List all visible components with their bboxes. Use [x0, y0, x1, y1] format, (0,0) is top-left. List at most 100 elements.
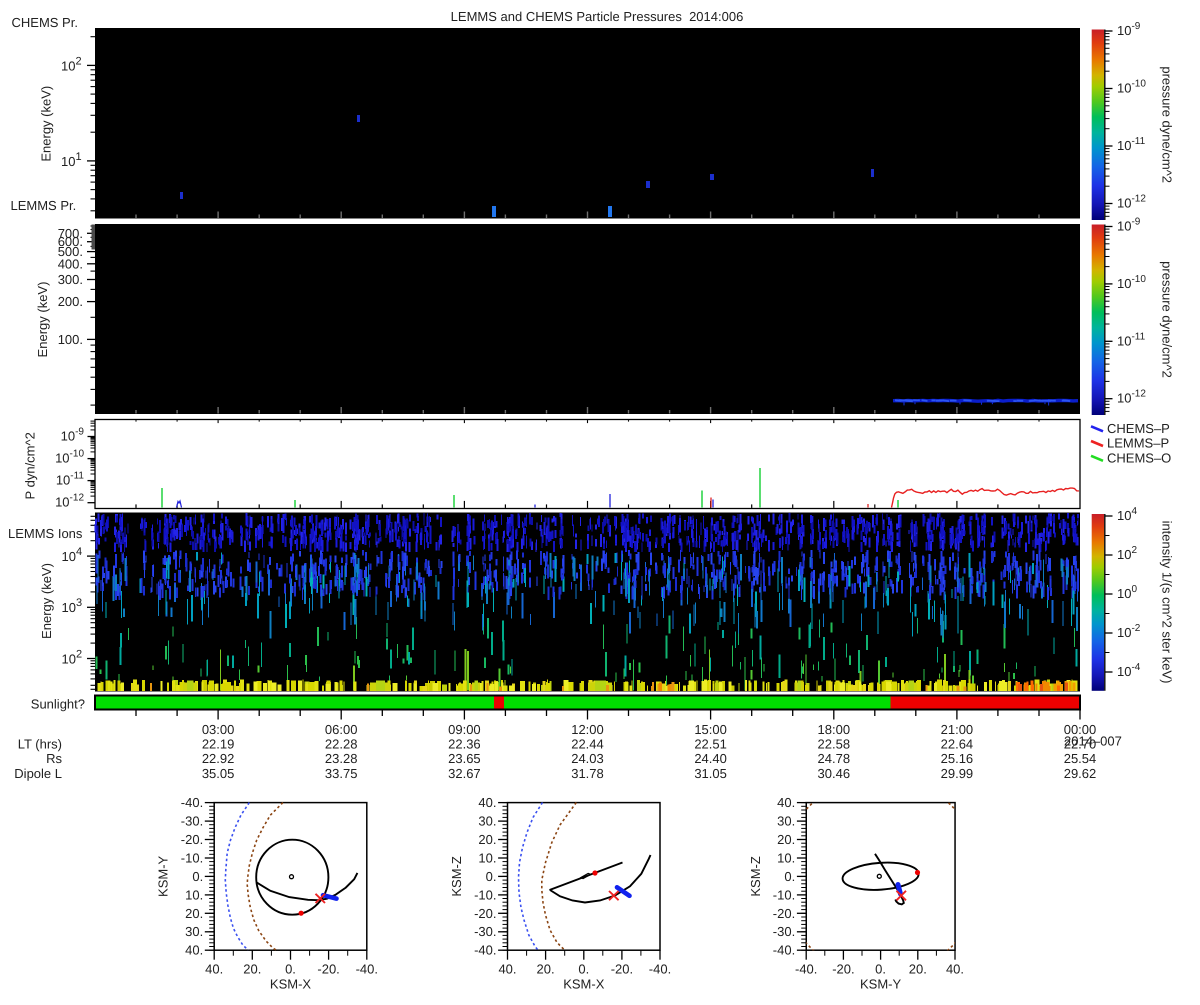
svg-text:-40.: -40. [773, 943, 795, 958]
svg-text:-40.: -40. [649, 962, 671, 977]
svg-text:21:00: 21:00 [941, 722, 974, 737]
svg-text:30.: 30. [185, 924, 203, 939]
svg-text:20.: 20. [243, 962, 261, 977]
svg-text:KSM-Z: KSM-Z [748, 856, 763, 897]
svg-text:31.05: 31.05 [694, 766, 727, 781]
svg-text:22.64: 22.64 [941, 737, 974, 752]
svg-text:KSM-X: KSM-X [563, 977, 605, 992]
svg-text:20.: 20. [777, 832, 795, 847]
svg-text:CHEMS–O: CHEMS–O [1107, 450, 1171, 465]
svg-text:24.03: 24.03 [571, 751, 604, 766]
svg-text:-40.: -40. [181, 795, 203, 810]
svg-text:20.: 20. [185, 906, 203, 921]
svg-text:40.: 40. [777, 795, 795, 810]
svg-text:2014–007: 2014–007 [1064, 734, 1122, 749]
svg-text:24.40: 24.40 [694, 751, 727, 766]
svg-text:-20.: -20. [773, 906, 795, 921]
svg-text:400.: 400. [58, 256, 83, 271]
svg-text:06:00: 06:00 [325, 722, 358, 737]
svg-text:-10.: -10. [181, 851, 203, 866]
svg-text:25.54: 25.54 [1064, 751, 1097, 766]
svg-text:09:00: 09:00 [448, 722, 481, 737]
svg-text:Energy (keV): Energy (keV) [39, 86, 54, 162]
svg-text:KSM-X: KSM-X [270, 977, 312, 992]
svg-text:40.: 40. [205, 962, 223, 977]
svg-text:22.92: 22.92 [202, 751, 235, 766]
svg-text:-40.: -40. [795, 962, 817, 977]
svg-text:31.78: 31.78 [571, 766, 604, 781]
svg-text:20.: 20. [478, 832, 496, 847]
svg-text:32.67: 32.67 [448, 766, 481, 781]
svg-text:Dipole L: Dipole L [14, 766, 62, 781]
svg-text:40.: 40. [946, 962, 964, 977]
svg-text:40.: 40. [498, 962, 516, 977]
svg-text:10.: 10. [777, 851, 795, 866]
svg-text:-20.: -20. [181, 832, 203, 847]
svg-text:CHEMS–P: CHEMS–P [1107, 421, 1170, 436]
svg-text:22.19: 22.19 [202, 737, 235, 752]
svg-text:0.: 0. [875, 962, 886, 977]
svg-text:40.: 40. [185, 943, 203, 958]
svg-text:30.: 30. [777, 814, 795, 829]
svg-text:35.05: 35.05 [202, 766, 235, 781]
svg-text:29.62: 29.62 [1064, 766, 1097, 781]
svg-text:LEMMS Ions: LEMMS Ions [8, 526, 83, 541]
svg-text:Energy (keV): Energy (keV) [35, 282, 50, 358]
svg-text:18:00: 18:00 [818, 722, 851, 737]
svg-text:0.: 0. [192, 869, 203, 884]
svg-text:0.: 0. [486, 869, 497, 884]
svg-text:20.: 20. [537, 962, 555, 977]
svg-text:15:00: 15:00 [694, 722, 727, 737]
svg-text:20.: 20. [909, 962, 927, 977]
svg-text:22.44: 22.44 [571, 737, 604, 752]
svg-text:300.: 300. [58, 272, 83, 287]
svg-text:-10.: -10. [474, 887, 496, 902]
svg-text:40.: 40. [478, 795, 496, 810]
svg-text:23.65: 23.65 [448, 751, 481, 766]
svg-text:Rs: Rs [46, 751, 62, 766]
svg-text:P dyn/cm^2: P dyn/cm^2 [23, 432, 38, 499]
svg-text:-10.: -10. [773, 887, 795, 902]
svg-text:KSM-Z: KSM-Z [449, 856, 464, 897]
svg-text:Sunlight?: Sunlight? [31, 697, 85, 712]
svg-text:22.51: 22.51 [694, 737, 727, 752]
svg-text:10.: 10. [478, 851, 496, 866]
svg-text:pressure dyne/cm^2: pressure dyne/cm^2 [1160, 261, 1175, 378]
svg-text:0.: 0. [578, 962, 589, 977]
svg-text:30.46: 30.46 [818, 766, 851, 781]
svg-text:100.: 100. [58, 332, 83, 347]
svg-text:22.36: 22.36 [448, 737, 481, 752]
svg-text:22.28: 22.28 [325, 737, 358, 752]
svg-text:33.75: 33.75 [325, 766, 358, 781]
svg-text:Energy (keV): Energy (keV) [39, 563, 54, 639]
svg-text:12:00: 12:00 [571, 722, 604, 737]
svg-text:24.78: 24.78 [818, 751, 851, 766]
svg-text:-20.: -20. [474, 906, 496, 921]
svg-text:LEMMS–P: LEMMS–P [1107, 436, 1169, 451]
svg-text:CHEMS Pr.: CHEMS Pr. [12, 15, 78, 30]
svg-text:-30.: -30. [773, 924, 795, 939]
svg-text:-20.: -20. [832, 962, 854, 977]
svg-text:-30.: -30. [181, 814, 203, 829]
svg-text:03:00: 03:00 [202, 722, 235, 737]
svg-text:LEMMS and CHEMS Particle Press: LEMMS and CHEMS Particle Pressures 2014:… [451, 9, 744, 24]
svg-text:-30.: -30. [474, 924, 496, 939]
svg-text:KSM-Y: KSM-Y [860, 977, 902, 992]
svg-text:LEMMS Pr.: LEMMS Pr. [11, 198, 77, 213]
svg-text:200.: 200. [58, 294, 83, 309]
svg-text:10.: 10. [185, 887, 203, 902]
svg-text:25.16: 25.16 [941, 751, 974, 766]
svg-text:-20.: -20. [317, 962, 339, 977]
svg-text:-40.: -40. [474, 943, 496, 958]
svg-text:30.: 30. [478, 814, 496, 829]
svg-text:KSM-Y: KSM-Y [156, 855, 171, 897]
svg-text:-20.: -20. [611, 962, 633, 977]
svg-text:23.28: 23.28 [325, 751, 358, 766]
svg-text:pressure dyne/cm^2: pressure dyne/cm^2 [1160, 66, 1175, 183]
svg-text:-40.: -40. [356, 962, 378, 977]
svg-text:0.: 0. [285, 962, 296, 977]
svg-text:29.99: 29.99 [941, 766, 974, 781]
svg-text:22.58: 22.58 [818, 737, 851, 752]
svg-text:LT (hrs): LT (hrs) [18, 737, 62, 752]
svg-text:0.: 0. [784, 869, 795, 884]
